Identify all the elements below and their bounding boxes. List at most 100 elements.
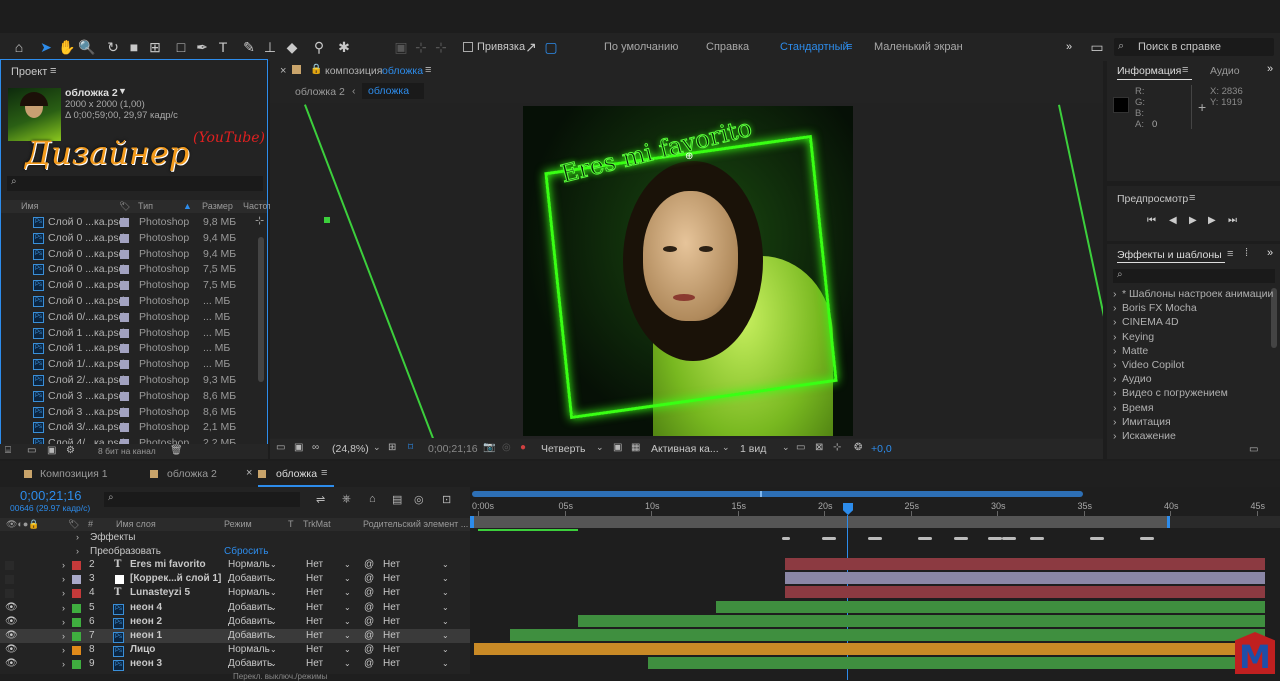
- effects-expand-icon[interactable]: ›: [1113, 331, 1117, 343]
- layer-name[interactable]: [Коррек...й слой 1]: [130, 572, 221, 586]
- project-item[interactable]: Ps Слой 0 ...ка.psd Photoshop 7,5 МБ: [1, 277, 267, 293]
- trkmat-dropdown-icon[interactable]: ⌄: [344, 601, 351, 615]
- show-snapshot-icon[interactable]: ◎: [502, 442, 511, 453]
- anchor-point-icon[interactable]: ⊕: [685, 151, 693, 162]
- layer-duration-bar[interactable]: [474, 643, 1265, 656]
- project-menu-icon[interactable]: ≡: [50, 65, 56, 77]
- resolution-dropdown-icon[interactable]: ⌄: [596, 442, 604, 453]
- effects-expand-icon[interactable]: ›: [1113, 402, 1117, 414]
- workspace-help[interactable]: Справка: [706, 41, 749, 53]
- parent-dropdown-icon[interactable]: ⌄: [442, 629, 449, 643]
- hand-tool-icon[interactable]: ✋: [58, 38, 76, 56]
- label-color-swatch[interactable]: [120, 344, 129, 354]
- 3d-draft-icon[interactable]: ⊠: [815, 442, 823, 453]
- motion-blur-icon[interactable]: ◎: [414, 493, 424, 506]
- preview-menu-icon[interactable]: ≡: [1189, 192, 1195, 204]
- layer-expand-icon[interactable]: ›: [62, 643, 65, 657]
- project-scrollbar[interactable]: [258, 237, 264, 382]
- work-area-bar[interactable]: [470, 516, 1170, 528]
- parent-dropdown-icon[interactable]: ⌄: [442, 643, 449, 657]
- layer-mode[interactable]: Нормаль: [228, 643, 270, 657]
- t-header[interactable]: T: [288, 518, 294, 530]
- visibility-toggle[interactable]: [5, 561, 14, 570]
- effects-expand-icon[interactable]: ›: [1113, 430, 1117, 442]
- trkmat-header[interactable]: TrkMat: [303, 518, 331, 530]
- effects-overflow-icon[interactable]: »: [1267, 247, 1273, 259]
- layer-parent[interactable]: Нет: [383, 629, 400, 643]
- effects-category[interactable]: Keying: [1122, 331, 1154, 343]
- rotate-tool-icon[interactable]: ↻: [104, 38, 122, 56]
- column-name[interactable]: Имя: [21, 200, 39, 212]
- project-item[interactable]: Ps Слой 1/...ка.psd Photoshop ... МБ: [1, 356, 267, 372]
- layer-trkmat[interactable]: Нет: [306, 572, 323, 586]
- camera-tool-icon[interactable]: ■: [125, 38, 143, 56]
- parent-pickwhip-icon[interactable]: @: [364, 586, 374, 600]
- eraser-tool-icon[interactable]: ◆: [283, 38, 301, 56]
- effects-category[interactable]: Video Copilot: [1122, 359, 1184, 371]
- timeline-search[interactable]: ⌕: [104, 492, 300, 507]
- info-menu-icon[interactable]: ≡: [1182, 64, 1188, 76]
- mode-dropdown-icon[interactable]: ⌄: [270, 629, 277, 643]
- layer-expand-icon[interactable]: ›: [62, 657, 65, 671]
- delete-icon[interactable]: 🗑: [170, 445, 183, 456]
- parent-dropdown-icon[interactable]: ⌄: [442, 601, 449, 615]
- project-item[interactable]: Ps Слой 0 ...ка.psd Photoshop 9,4 МБ: [1, 246, 267, 262]
- parent-pickwhip-icon[interactable]: @: [364, 601, 374, 615]
- project-item[interactable]: Ps Слой 0 ...ка.psd Photoshop 7,5 МБ: [1, 261, 267, 277]
- mode-dropdown-icon[interactable]: ⌄: [270, 586, 277, 600]
- new-preset-icon[interactable]: ▭: [1249, 444, 1258, 455]
- reset-exposure-icon[interactable]: ❂: [854, 442, 862, 453]
- keyframe-marker[interactable]: [954, 537, 968, 540]
- layer-duration-bar[interactable]: [648, 657, 1265, 670]
- parent-pickwhip-icon[interactable]: @: [364, 643, 374, 657]
- trkmat-dropdown-icon[interactable]: ⌄: [344, 643, 351, 657]
- layer-row[interactable]: 👁 › 6 Ps неон 2 Добавить ⌄ Нет ⌄ @ Нет ⌄: [0, 615, 470, 629]
- selection-tool-icon[interactable]: ➤: [37, 38, 55, 56]
- new-folder-icon[interactable]: ▭: [27, 445, 36, 456]
- label-color-swatch[interactable]: [120, 218, 129, 227]
- parent-pickwhip-icon[interactable]: @: [364, 657, 374, 671]
- layer-expand-icon[interactable]: ›: [62, 615, 65, 629]
- mode-dropdown-icon[interactable]: ⌄: [270, 601, 277, 615]
- parent-pickwhip-icon[interactable]: @: [364, 615, 374, 629]
- layer-trkmat[interactable]: Нет: [306, 643, 323, 657]
- layer-name[interactable]: Eres mi favorito: [130, 558, 206, 572]
- effects-category[interactable]: Время: [1122, 402, 1154, 414]
- layer-row[interactable]: 👁 › 7 Ps неон 1 Добавить ⌄ Нет ⌄ @ Нет ⌄: [0, 629, 470, 643]
- label-color-swatch[interactable]: [120, 391, 129, 401]
- column-type[interactable]: Тип: [138, 200, 153, 212]
- channel-icon[interactable]: ●: [520, 442, 526, 453]
- label-color-swatch[interactable]: [120, 297, 129, 306]
- zoom-level[interactable]: (24,8%): [332, 443, 369, 455]
- label-color-swatch[interactable]: [120, 265, 129, 275]
- effects-expand-icon[interactable]: ›: [1113, 302, 1117, 314]
- layer-expand-icon[interactable]: ›: [62, 558, 65, 572]
- next-frame-icon[interactable]: ▶: [1208, 215, 1216, 226]
- layer-parent[interactable]: Нет: [383, 572, 400, 586]
- puppet-pin-tool-icon[interactable]: ✱: [335, 38, 353, 56]
- always-preview-icon[interactable]: ▭: [276, 442, 285, 453]
- parent-dropdown-icon[interactable]: ⌄: [442, 572, 449, 586]
- visibility-eye-icon[interactable]: 👁: [5, 643, 18, 657]
- effects-search[interactable]: ⌕: [1113, 269, 1275, 283]
- project-tab[interactable]: Проект: [11, 66, 47, 78]
- layer-label-swatch[interactable]: [72, 575, 81, 585]
- zoom-tool-icon[interactable]: 🔍: [78, 38, 96, 56]
- comp-dropdown-icon[interactable]: ▼: [118, 86, 127, 96]
- layer-label-swatch[interactable]: [72, 632, 81, 641]
- effects-expand-icon[interactable]: ›: [1113, 373, 1117, 385]
- pen-tool-icon[interactable]: ✒: [193, 38, 211, 56]
- resolution-select[interactable]: Четверть: [541, 443, 586, 455]
- pan-behind-tool-icon[interactable]: ⊞: [146, 38, 164, 56]
- shy-layers-icon[interactable]: ⌂: [369, 493, 376, 505]
- close-tab-icon[interactable]: ×: [246, 467, 252, 479]
- layer-parent[interactable]: Нет: [383, 615, 400, 629]
- label-color-swatch[interactable]: [120, 312, 129, 322]
- layer-mode[interactable]: Нормаль: [228, 586, 270, 600]
- tab-comp1[interactable]: Композиция 1: [40, 468, 108, 480]
- keyframe-marker[interactable]: [1140, 537, 1154, 540]
- tab-oblozhka[interactable]: обложка: [276, 468, 317, 480]
- label-color-swatch[interactable]: [120, 376, 129, 385]
- effects-expand-icon[interactable]: ›: [1113, 288, 1117, 300]
- mode-dropdown-icon[interactable]: ⌄: [270, 572, 277, 586]
